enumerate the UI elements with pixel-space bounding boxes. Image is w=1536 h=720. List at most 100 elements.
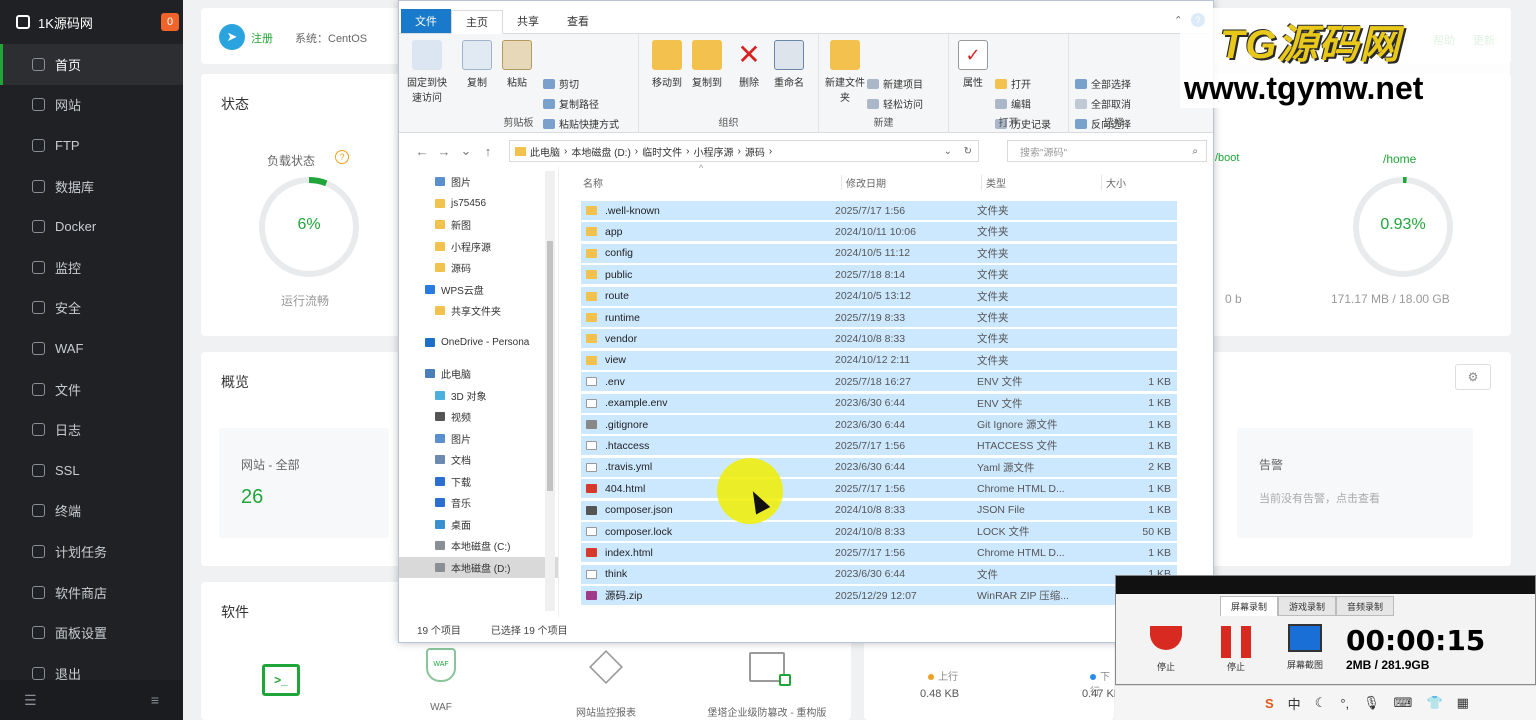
software-site-monitor[interactable]: 网站监控报表 — [551, 648, 661, 719]
breadcrumb-3[interactable]: 小程序源 — [693, 144, 733, 159]
software-terminal[interactable]: >_ — [231, 642, 331, 712]
file-row[interactable]: vendor 2024/10/8 8:33 文件夹 — [581, 329, 1177, 350]
sogou-icon[interactable]: S — [1265, 696, 1274, 711]
recent-chevron-icon[interactable]: ⌄ — [455, 143, 477, 159]
keyboard-icon[interactable]: ⌨ — [1394, 695, 1413, 711]
pin-quick-access-button[interactable]: 固定到快速访问 — [405, 40, 449, 104]
tab-audio-record[interactable]: 音频录制 — [1336, 596, 1395, 616]
file-row[interactable]: .gitignore 2023/6/30 6:44 Git Ignore 源文件 1 … — [581, 415, 1177, 435]
file-row[interactable]: composer.json 2024/10/8 8:33 JSON File 1 KB — [581, 500, 1177, 521]
col-type-header[interactable]: 类型 — [981, 174, 1006, 190]
punctuation-icon[interactable]: °, — [1340, 696, 1349, 711]
nav-tree-item[interactable]: OneDrive - Persona — [399, 332, 558, 354]
copy-button[interactable]: 复制 — [455, 40, 499, 89]
nav-tree-item[interactable]: 3D 对象 — [399, 385, 558, 407]
col-name-header[interactable]: 名称 — [583, 175, 603, 190]
nav-tree-item[interactable]: 图片 — [399, 428, 558, 450]
file-row[interactable]: app 2024/10/11 10:06 文件夹 — [581, 222, 1177, 243]
open-button[interactable]: 打开 — [995, 76, 1031, 91]
ime-indicator[interactable]: 中 — [1288, 694, 1301, 713]
sidebar-item-11[interactable]: 终端 — [0, 491, 183, 532]
nav-tree-item[interactable]: 本地磁盘 (D:) — [399, 556, 558, 578]
breadcrumb-0[interactable]: 此电脑 — [530, 144, 560, 159]
moon-icon[interactable]: ☾ — [1315, 695, 1327, 711]
select-none-button[interactable]: 全部取消 — [1075, 96, 1131, 111]
sidebar-item-1[interactable]: 网站 — [0, 85, 183, 126]
alerts-box[interactable]: 告警 当前没有告警，点击查看 — [1237, 428, 1473, 538]
easy-access-button[interactable]: 轻松访问 — [867, 96, 923, 111]
nav-tree-item[interactable]: 新图 — [399, 214, 558, 236]
file-row[interactable]: 404.html 2025/7/17 1:56 Chrome HTML D... 1 … — [581, 479, 1177, 500]
sidebar-item-12[interactable]: 计划任务 — [0, 531, 183, 572]
paste-button[interactable]: 粘贴 — [495, 40, 539, 89]
nav-tree-item[interactable]: js75456 — [399, 193, 558, 215]
tab-share[interactable]: 共享 — [503, 9, 553, 33]
sidebar-item-4[interactable]: Docker — [0, 206, 183, 247]
sidebar-item-0[interactable]: 首页 — [0, 44, 183, 85]
sites-box[interactable]: 网站 - 全部 26 — [219, 428, 389, 538]
copy-path-button[interactable]: 复制路径 — [543, 96, 599, 111]
select-all-button[interactable]: 全部选择 — [1075, 76, 1131, 91]
software-waf[interactable]: WAF WAF — [391, 648, 491, 718]
tab-screen-record[interactable]: 屏幕录制 — [1220, 596, 1279, 616]
edit-button[interactable]: 编辑 — [995, 96, 1031, 111]
col-size-header[interactable]: 大小 — [1101, 174, 1126, 190]
search-box[interactable]: 搜索"源码" ⌕ — [1007, 140, 1207, 162]
collapse-icon[interactable]: ☰ — [24, 692, 37, 709]
sidebar-item-7[interactable]: WAF — [0, 328, 183, 369]
file-row[interactable]: .env 2025/7/18 16:27 ENV 文件 1 KB — [581, 372, 1177, 393]
col-date-header[interactable]: 修改日期 — [841, 174, 886, 190]
nav-tree-item[interactable]: 共享文件夹 — [399, 300, 558, 322]
menu-icon[interactable]: ≡ — [151, 692, 159, 708]
nav-tree-item[interactable]: 桌面 — [399, 514, 558, 536]
tab-file[interactable]: 文件 — [401, 9, 451, 33]
nav-tree-item[interactable]: 本地磁盘 (C:) — [399, 535, 558, 557]
properties-button[interactable]: ✓ 属性 — [951, 40, 995, 89]
move-to-button[interactable]: 移动到 — [645, 40, 689, 89]
grid-icon[interactable]: ▦ — [1457, 695, 1469, 711]
brand[interactable]: 1K源码网 0 — [0, 0, 183, 44]
software-tamper[interactable]: 堡塔企业级防篡改 - 重构版 — [687, 652, 847, 719]
file-row[interactable]: 源码.zip2025/12/29 12:07WinRAR ZIP 压缩...61… — [581, 586, 1177, 607]
sidebar-item-5[interactable]: 监控 — [0, 247, 183, 288]
file-row[interactable]: index.html 2025/7/17 1:56 Chrome HTML D...… — [581, 543, 1177, 564]
nav-tree-item[interactable]: 源码 — [399, 257, 558, 279]
nav-tree-item[interactable]: 视频 — [399, 406, 558, 428]
tab-home[interactable]: 主页 — [451, 10, 503, 34]
forward-arrow-icon[interactable]: → — [433, 144, 455, 159]
file-row[interactable]: think2023/6/30 6:44文件1 KB — [581, 564, 1177, 585]
nav-tree-item[interactable]: 此电脑 — [399, 363, 558, 385]
file-row[interactable]: .travis.yml 2023/6/30 6:44 Yaml 源文件 2 KB — [581, 457, 1177, 478]
file-row[interactable]: .htaccess 2025/7/17 1:56 HTACCESS 文件 1 KB — [581, 436, 1177, 457]
breadcrumb-2[interactable]: 临时文件 — [642, 144, 682, 159]
screenshot-button[interactable]: 屏幕截图 — [1280, 624, 1330, 671]
delete-button[interactable]: ✕ 删除 — [727, 40, 771, 90]
nav-tree-item[interactable]: 文档 — [399, 449, 558, 471]
telegram-icon[interactable]: ➤ — [219, 24, 245, 50]
file-row[interactable]: config 2024/10/5 11:12 文件夹 — [581, 243, 1177, 264]
tab-game-record[interactable]: 游戏录制 — [1278, 596, 1337, 616]
refresh-icon[interactable]: ↻ — [964, 146, 972, 157]
address-dropdown-icon[interactable]: ⌄ — [944, 146, 952, 157]
help-icon[interactable]: ? — [335, 150, 349, 164]
sidebar-item-9[interactable]: 日志 — [0, 409, 183, 450]
stop-record-button[interactable]: 停止 — [1146, 626, 1186, 673]
nav-tree-item[interactable]: 图片 — [399, 171, 558, 193]
file-row[interactable]: .example.env 2023/6/30 6:44 ENV 文件 1 KB — [581, 393, 1177, 414]
sidebar-item-8[interactable]: 文件 — [0, 369, 183, 410]
nav-tree-item[interactable]: 音乐 — [399, 492, 558, 514]
nav-tree-item[interactable]: WPS云盘 — [399, 279, 558, 301]
breadcrumb-4[interactable]: 源码 — [745, 144, 765, 159]
load-ring[interactable]: 6% — [259, 177, 359, 277]
sidebar-item-13[interactable]: 软件商店 — [0, 572, 183, 613]
nav-scrollbar[interactable] — [545, 171, 555, 611]
rename-button[interactable]: 重命名 — [767, 40, 811, 89]
file-row[interactable]: .well-known 2025/7/17 1:56 文件夹 — [581, 201, 1177, 221]
new-item-button[interactable]: 新建项目 — [867, 76, 923, 91]
shirt-icon[interactable]: 👕 — [1426, 695, 1442, 711]
sidebar-item-2[interactable]: FTP — [0, 125, 183, 166]
tg-label[interactable]: 注册 — [251, 30, 273, 46]
nav-scroll-thumb[interactable] — [547, 241, 553, 491]
mic-icon[interactable]: 🎙 — [1363, 695, 1380, 711]
new-folder-button[interactable]: 新建文件夹 — [823, 40, 867, 104]
